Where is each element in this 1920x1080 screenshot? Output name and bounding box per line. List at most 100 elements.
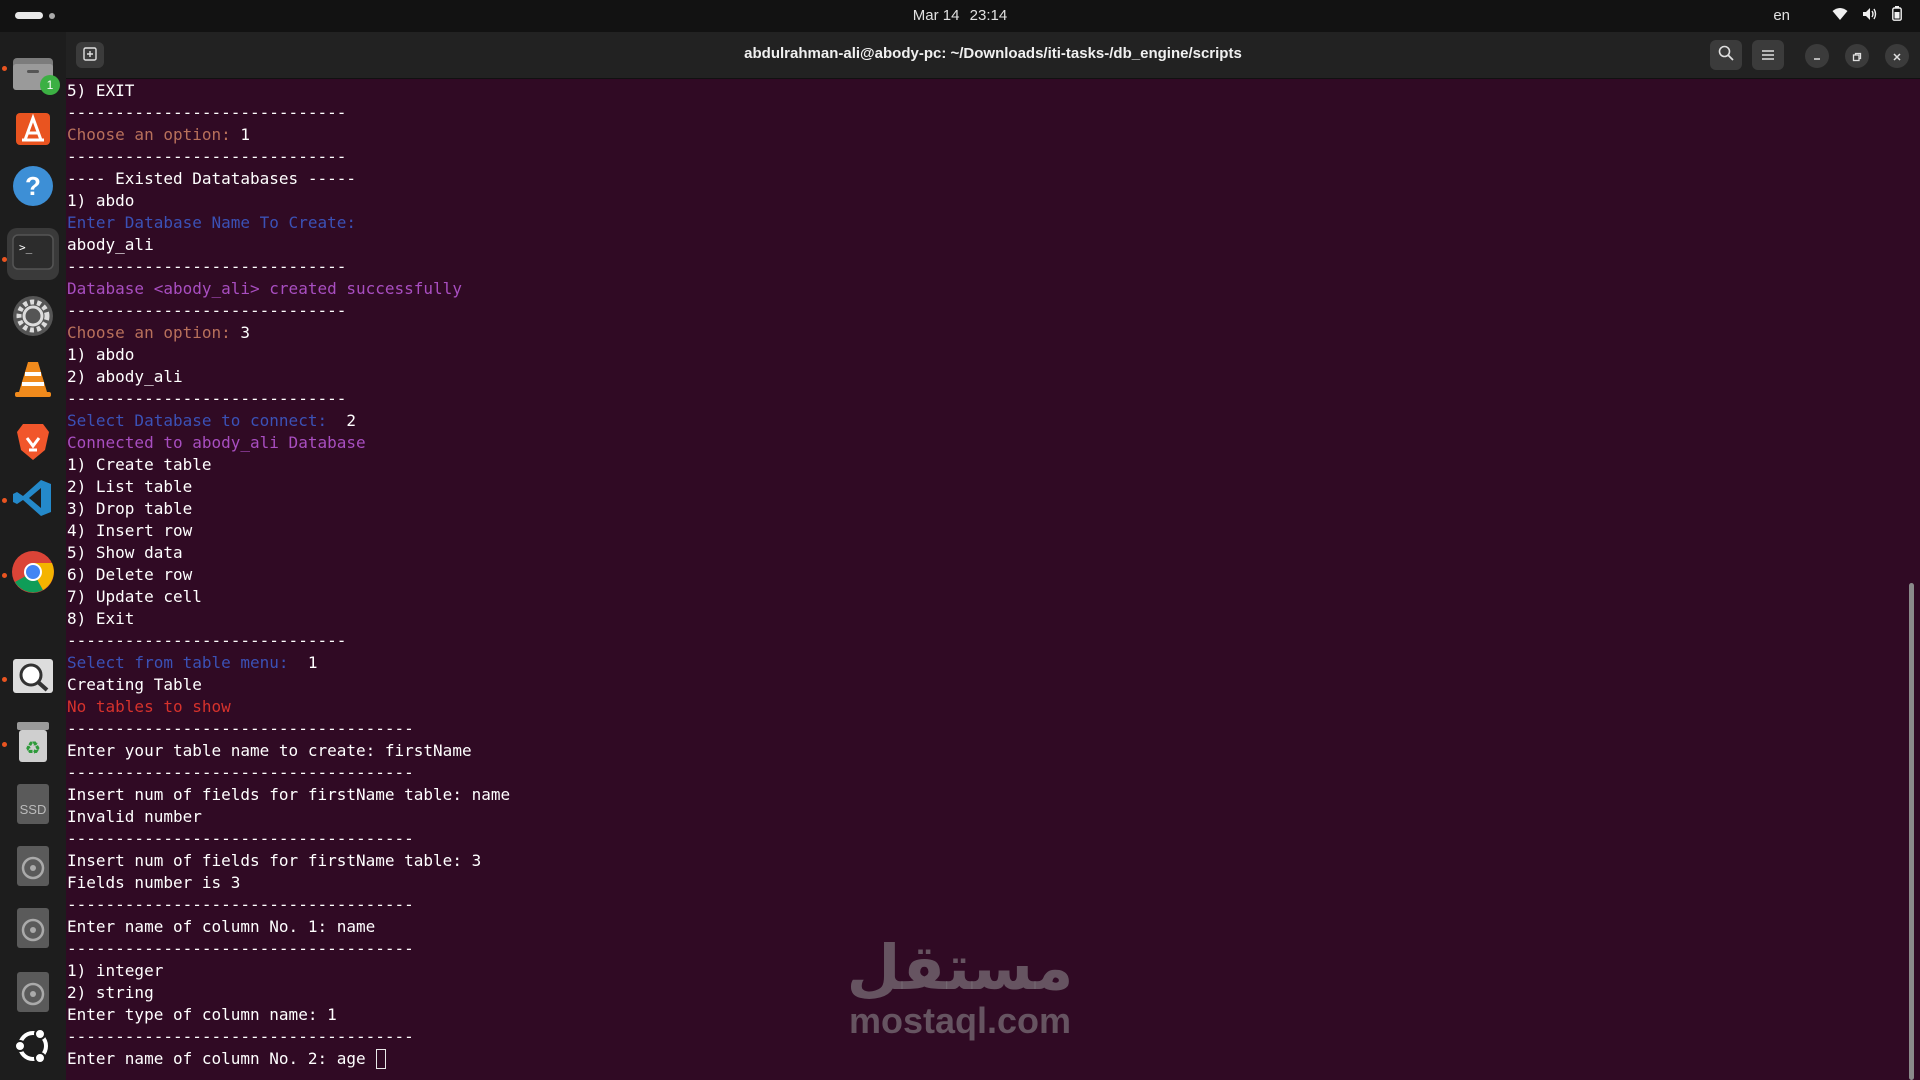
- dock-item-settings[interactable]: [7, 292, 59, 344]
- terminal-titlebar[interactable]: abdulrahman-ali@abody-pc: ~/Downloads/it…: [66, 32, 1920, 79]
- dock-item-brave[interactable]: [7, 418, 59, 470]
- terminal-line: Connected to abody_ali Database: [67, 432, 510, 454]
- terminal-line: Enter name of column No. 2: age: [67, 1048, 510, 1070]
- terminal-line: abody_ali: [67, 234, 510, 256]
- terminal-line: ------------------------------------: [67, 938, 510, 960]
- output-text: -----------------------------: [67, 257, 347, 276]
- output-text: abody_ali: [67, 235, 154, 254]
- output-text: ---- Existed Datatabases -----: [67, 169, 356, 188]
- terminal-line: -----------------------------: [67, 300, 510, 322]
- app-center-icon: [12, 107, 54, 153]
- restore-button[interactable]: [1845, 44, 1869, 68]
- dock-item-chrome[interactable]: [7, 548, 59, 600]
- disc-icon: [13, 906, 53, 954]
- output-text: Enter type of column name: 1: [67, 1005, 337, 1024]
- clock-date: Mar 14: [912, 7, 960, 24]
- help-icon: ?: [11, 164, 55, 212]
- dock-item-terminal[interactable]: >_: [7, 228, 59, 280]
- terminal-line: Enter name of column No. 1: name: [67, 916, 510, 938]
- output-text: 8) Exit: [67, 609, 135, 628]
- output-text: 1) abdo: [67, 345, 135, 364]
- terminal-line: -----------------------------: [67, 146, 510, 168]
- drive-icon: SSD: [13, 782, 53, 830]
- top-bar: Mar 14 23:14 en: [0, 0, 1920, 32]
- disc-icon: [13, 970, 53, 1018]
- output-text: ------------------------------------: [67, 763, 414, 782]
- window-title: abdulrahman-ali@abody-pc: ~/Downloads/it…: [744, 45, 1242, 62]
- output-text: 1) abdo: [67, 191, 135, 210]
- output-text: ------------------------------------: [67, 1027, 414, 1046]
- watermark-logo: مستقل mostaql.com: [840, 935, 1080, 1041]
- system-tray[interactable]: en: [1773, 6, 1902, 25]
- close-button[interactable]: [1885, 44, 1909, 68]
- output-text: No tables to show: [67, 697, 231, 716]
- prompt-text: Choose an option:: [67, 323, 241, 342]
- output-text: 3) Drop table: [67, 499, 193, 518]
- restore-icon: [1852, 47, 1862, 66]
- output-text: Insert num of fields for firstName table…: [67, 785, 511, 804]
- dock-item-ssd-drive[interactable]: SSD: [7, 780, 59, 832]
- output-text: Database <abody_ali> created successfull…: [67, 279, 462, 298]
- user-input-text: 1: [307, 653, 318, 672]
- terminal-line: 3) Drop table: [67, 498, 510, 520]
- dock-item-disk-1[interactable]: [7, 842, 59, 894]
- clock[interactable]: Mar 14 23:14: [0, 7, 1920, 24]
- svg-text:♻: ♻: [25, 738, 41, 759]
- output-text: Enter Database Name To Create:: [67, 213, 356, 232]
- terminal-lines: 5) EXIT ----------------------------- Choo…: [67, 80, 510, 1070]
- terminal-line: 1) abdo: [67, 190, 510, 212]
- output-text: 1) integer: [67, 961, 164, 980]
- vscode-icon: [11, 476, 55, 524]
- chrome-icon: [10, 549, 56, 599]
- search-button[interactable]: [1710, 40, 1742, 70]
- output-text: 7) Update cell: [67, 587, 202, 606]
- terminal-output[interactable]: 5) EXIT ----------------------------- Choo…: [66, 79, 1906, 1080]
- terminal-icon: >_: [11, 233, 55, 275]
- output-text: 2) abody_ali: [67, 367, 183, 386]
- hamburger-menu-icon: [1761, 46, 1775, 65]
- prompt-text: Select Database to connect:: [67, 411, 347, 430]
- terminal-scrollbar[interactable]: [1909, 583, 1914, 1080]
- terminal-line: Enter your table name to create: firstNa…: [67, 740, 510, 762]
- vlc-cone-icon: [11, 356, 55, 404]
- terminal-line: ------------------------------------: [67, 828, 510, 850]
- output-text: Insert num of fields for firstName table…: [67, 851, 482, 870]
- terminal-line: ------------------------------------: [67, 1026, 510, 1048]
- output-text: 1) Create table: [67, 455, 212, 474]
- terminal-line: 1) abdo: [67, 344, 510, 366]
- terminal-line: 8) Exit: [67, 608, 510, 630]
- output-text: Creating Table: [67, 675, 202, 694]
- output-text: 6) Delete row: [67, 565, 193, 584]
- dock-item-image-viewer[interactable]: [7, 652, 59, 704]
- text-cursor[interactable]: [376, 1049, 387, 1069]
- output-text: -----------------------------: [67, 103, 347, 122]
- terminal-line: -----------------------------: [67, 102, 510, 124]
- dock-item-vlc[interactable]: [7, 354, 59, 406]
- dock-item-app-center[interactable]: [7, 104, 59, 156]
- terminal-line: Select from table menu: 1: [67, 652, 510, 674]
- minimize-button[interactable]: [1805, 44, 1829, 68]
- terminal-line: ------------------------------------: [67, 762, 510, 784]
- clock-time: 23:14: [969, 7, 1008, 24]
- user-input-text: 2: [346, 411, 356, 430]
- dock-item-disk-3[interactable]: [7, 968, 59, 1020]
- wifi-icon: [1832, 7, 1848, 25]
- dock-item-help[interactable]: ?: [7, 162, 59, 214]
- user-input-text: 1: [240, 125, 251, 144]
- dock: 1 ? >_ ♻ SSD: [0, 32, 66, 1080]
- menu-button[interactable]: [1752, 40, 1784, 70]
- terminal-line: 2) abody_ali: [67, 366, 510, 388]
- output-text: 5) EXIT: [67, 81, 135, 100]
- input-language-indicator[interactable]: en: [1773, 7, 1790, 24]
- dock-item-vscode[interactable]: [7, 474, 59, 526]
- show-apps-button[interactable]: [7, 1022, 59, 1074]
- dock-item-trash[interactable]: ♻: [7, 718, 59, 770]
- terminal-line: Invalid number: [67, 806, 510, 828]
- watermark-latin-text: mostaql.com: [848, 1000, 1072, 1041]
- dock-item-disk-2[interactable]: [7, 904, 59, 956]
- volume-icon: [1862, 7, 1878, 25]
- output-text: Connected to abody_ali Database: [67, 433, 366, 452]
- terminal-line: 7) Update cell: [67, 586, 510, 608]
- battery-icon: [1892, 6, 1902, 25]
- terminal-line: Insert num of fields for firstName table…: [67, 850, 510, 872]
